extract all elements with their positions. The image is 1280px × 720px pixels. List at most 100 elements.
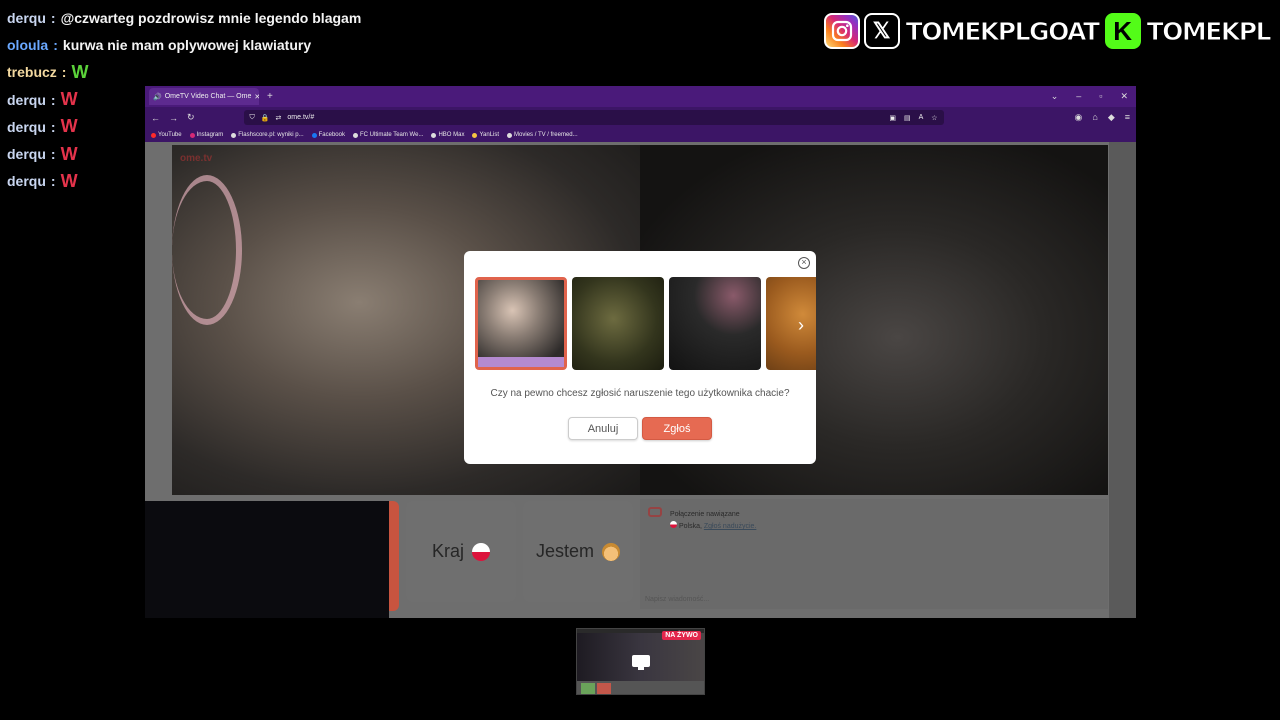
navigation-bar: ← → ↻ ⛉ 🔒 ⇄ ome.tv/# ▣ ▤ A ☆ ◉ ⌂ ◆ ≡ bbox=[145, 107, 1136, 128]
tab-close-icon[interactable]: ✕ bbox=[254, 93, 259, 101]
permissions-icon[interactable]: ⇄ bbox=[276, 114, 282, 122]
chat-username[interactable]: derqu bbox=[7, 173, 46, 189]
gender-card[interactable]: Jestem bbox=[523, 501, 633, 602]
forward-button[interactable]: → bbox=[169, 113, 178, 123]
chat-message-text: W bbox=[60, 116, 78, 137]
country-label: Kraj bbox=[431, 541, 464, 561]
snapshot-thumbnail[interactable] bbox=[669, 277, 761, 370]
tab-bar: 🔊 OmeTV Video Chat — Ome ✕ + ⌄ – ▫ ✕ bbox=[145, 86, 1136, 107]
chat-system-message: Połączenie nawiązane Polska, Zgłoś naduż… bbox=[670, 511, 757, 530]
bookmark-favicon-icon bbox=[311, 132, 317, 138]
chat-message: trebucz: W bbox=[7, 59, 427, 86]
report-button[interactable]: Zgłoś bbox=[642, 417, 712, 440]
bookmark-star-icon[interactable]: ☆ bbox=[931, 114, 937, 122]
bookmark-favicon-icon bbox=[431, 132, 437, 138]
maximize-button[interactable]: ▫ bbox=[1099, 91, 1102, 102]
stranger-snapshots: › bbox=[475, 277, 816, 370]
chat-message-text: kurwa nie mam oplywowej klawiatury bbox=[62, 36, 312, 53]
kick-handle: TOMEKPL bbox=[1146, 16, 1272, 46]
chevron-right-icon[interactable]: › bbox=[798, 315, 804, 336]
bookmark-item[interactable]: Instagram bbox=[189, 132, 224, 138]
report-question: Czy na pewno chcesz zgłosić naruszenie t… bbox=[490, 388, 790, 399]
ring-light bbox=[172, 175, 242, 325]
tab-title: OmeTV Video Chat — Ome bbox=[164, 93, 252, 100]
extensions-icon[interactable]: ⌂ bbox=[1092, 112, 1097, 123]
chat-message: oloula: kurwa nie mam oplywowej klawiatur… bbox=[7, 31, 427, 58]
bookmark-favicon-icon bbox=[151, 132, 156, 138]
bookmark-item[interactable]: HBO Max bbox=[431, 132, 464, 138]
snapshot-thumbnail-selected[interactable] bbox=[475, 277, 567, 370]
tab-list-icon[interactable]: ⌄ bbox=[1051, 91, 1059, 102]
chat-separator: : bbox=[50, 118, 56, 135]
bookmark-item[interactable]: YanList bbox=[472, 132, 499, 138]
tab-ometv[interactable]: 🔊 OmeTV Video Chat — Ome ✕ bbox=[149, 88, 259, 105]
snapshot-thumbnail[interactable] bbox=[572, 277, 664, 370]
screenshot-icon[interactable]: ▤ bbox=[904, 114, 911, 122]
page-scrollbar[interactable] bbox=[1109, 142, 1136, 618]
bookmarks-bar: YouTube Instagram Flashscore.pl: wyniki p.… bbox=[145, 128, 1136, 142]
minimize-button[interactable]: – bbox=[1076, 91, 1081, 102]
reload-button[interactable]: ↻ bbox=[187, 112, 195, 123]
bookmark-item[interactable]: Flashscore.pl: wyniki p... bbox=[231, 132, 304, 138]
extension-badge-icon[interactable]: ◆ bbox=[1108, 112, 1115, 123]
bookmark-label: Instagram bbox=[196, 132, 224, 138]
chat-message: derqu: @czwarteg pozdrowisz mnie legendo … bbox=[7, 4, 427, 31]
lock-icon[interactable]: 🔒 bbox=[261, 114, 270, 122]
chat-input[interactable]: Napisz wiadomość... bbox=[645, 596, 709, 603]
picture-in-picture-icon[interactable]: ▣ bbox=[889, 114, 896, 122]
ometv-logo: ome.tv bbox=[180, 153, 213, 164]
close-window-button[interactable]: ✕ bbox=[1120, 91, 1128, 102]
boy-emoji-icon bbox=[602, 542, 621, 561]
cancel-button[interactable]: Anuluj bbox=[568, 417, 638, 440]
bookmark-item[interactable]: Movies / TV / freemed... bbox=[507, 132, 578, 138]
bookmark-label: HBO Max bbox=[438, 132, 465, 138]
chat-username[interactable]: derqu bbox=[7, 92, 46, 108]
translate-icon[interactable]: A bbox=[919, 114, 924, 122]
snapshot-thumbnail[interactable] bbox=[766, 277, 816, 370]
gender-label: Jestem bbox=[535, 541, 595, 561]
chat-separator: : bbox=[50, 9, 56, 26]
new-tab-button[interactable]: + bbox=[267, 91, 273, 102]
chat-username[interactable]: trebucz bbox=[7, 64, 57, 80]
url-text[interactable]: ome.tv/# bbox=[287, 114, 314, 121]
shield-icon[interactable]: ⛉ bbox=[250, 114, 255, 122]
chat-separator: : bbox=[53, 36, 58, 53]
monitor-icon bbox=[632, 655, 650, 667]
bookmark-item[interactable]: Facebook bbox=[311, 132, 345, 138]
bookmark-label: Flashscore.pl: wyniki p... bbox=[238, 132, 304, 138]
bookmark-favicon-icon bbox=[231, 132, 237, 138]
report-dialog: × › Czy na pewno chcesz zgłosić naruszen… bbox=[464, 251, 816, 464]
report-abuse-link[interactable]: Zgłoś nadużycie. bbox=[704, 523, 757, 530]
bookmark-favicon-icon bbox=[189, 132, 195, 138]
url-bar[interactable]: ⛉ 🔒 ⇄ ome.tv/# ▣ ▤ A ☆ bbox=[243, 110, 944, 125]
chat-username[interactable]: derqu bbox=[7, 119, 46, 135]
monitor-stand bbox=[638, 667, 644, 670]
close-icon[interactable]: × bbox=[798, 257, 810, 269]
poland-flag-small-icon bbox=[670, 521, 677, 528]
chat-username[interactable]: derqu bbox=[7, 10, 46, 26]
country-filter-card[interactable]: Kraj bbox=[406, 501, 516, 602]
chat-message-text: W bbox=[60, 170, 78, 191]
x-handle: TOMEKPLGOAT bbox=[905, 16, 1100, 46]
kick-icon: K bbox=[1104, 13, 1141, 49]
back-button[interactable]: ← bbox=[151, 113, 160, 123]
chat-message-text: W bbox=[60, 143, 78, 164]
ometv-chat-logo-icon bbox=[648, 507, 662, 517]
x-icon: 𝕏 bbox=[863, 13, 900, 49]
chat-message-text: W bbox=[71, 61, 89, 82]
bookmark-label: Movies / TV / freemed... bbox=[514, 132, 578, 138]
chat-username[interactable]: oloula bbox=[7, 37, 48, 53]
instagram-icon bbox=[823, 13, 860, 49]
bookmark-label: YanList bbox=[479, 132, 500, 138]
live-badge: NA ŻYWO bbox=[662, 631, 701, 640]
bookmark-item[interactable]: YouTube bbox=[151, 132, 182, 138]
account-icon[interactable]: ◉ bbox=[1075, 112, 1083, 123]
bookmark-item[interactable]: FC Ultimate Team We... bbox=[352, 132, 423, 138]
speaker-icon: 🔊 bbox=[153, 93, 162, 101]
menu-icon[interactable]: ≡ bbox=[1125, 112, 1130, 123]
chat-separator: : bbox=[50, 173, 56, 190]
start-button-edge[interactable] bbox=[389, 501, 399, 611]
chat-separator: : bbox=[61, 64, 67, 81]
bookmark-label: Facebook bbox=[318, 132, 345, 138]
chat-username[interactable]: derqu bbox=[7, 146, 46, 162]
